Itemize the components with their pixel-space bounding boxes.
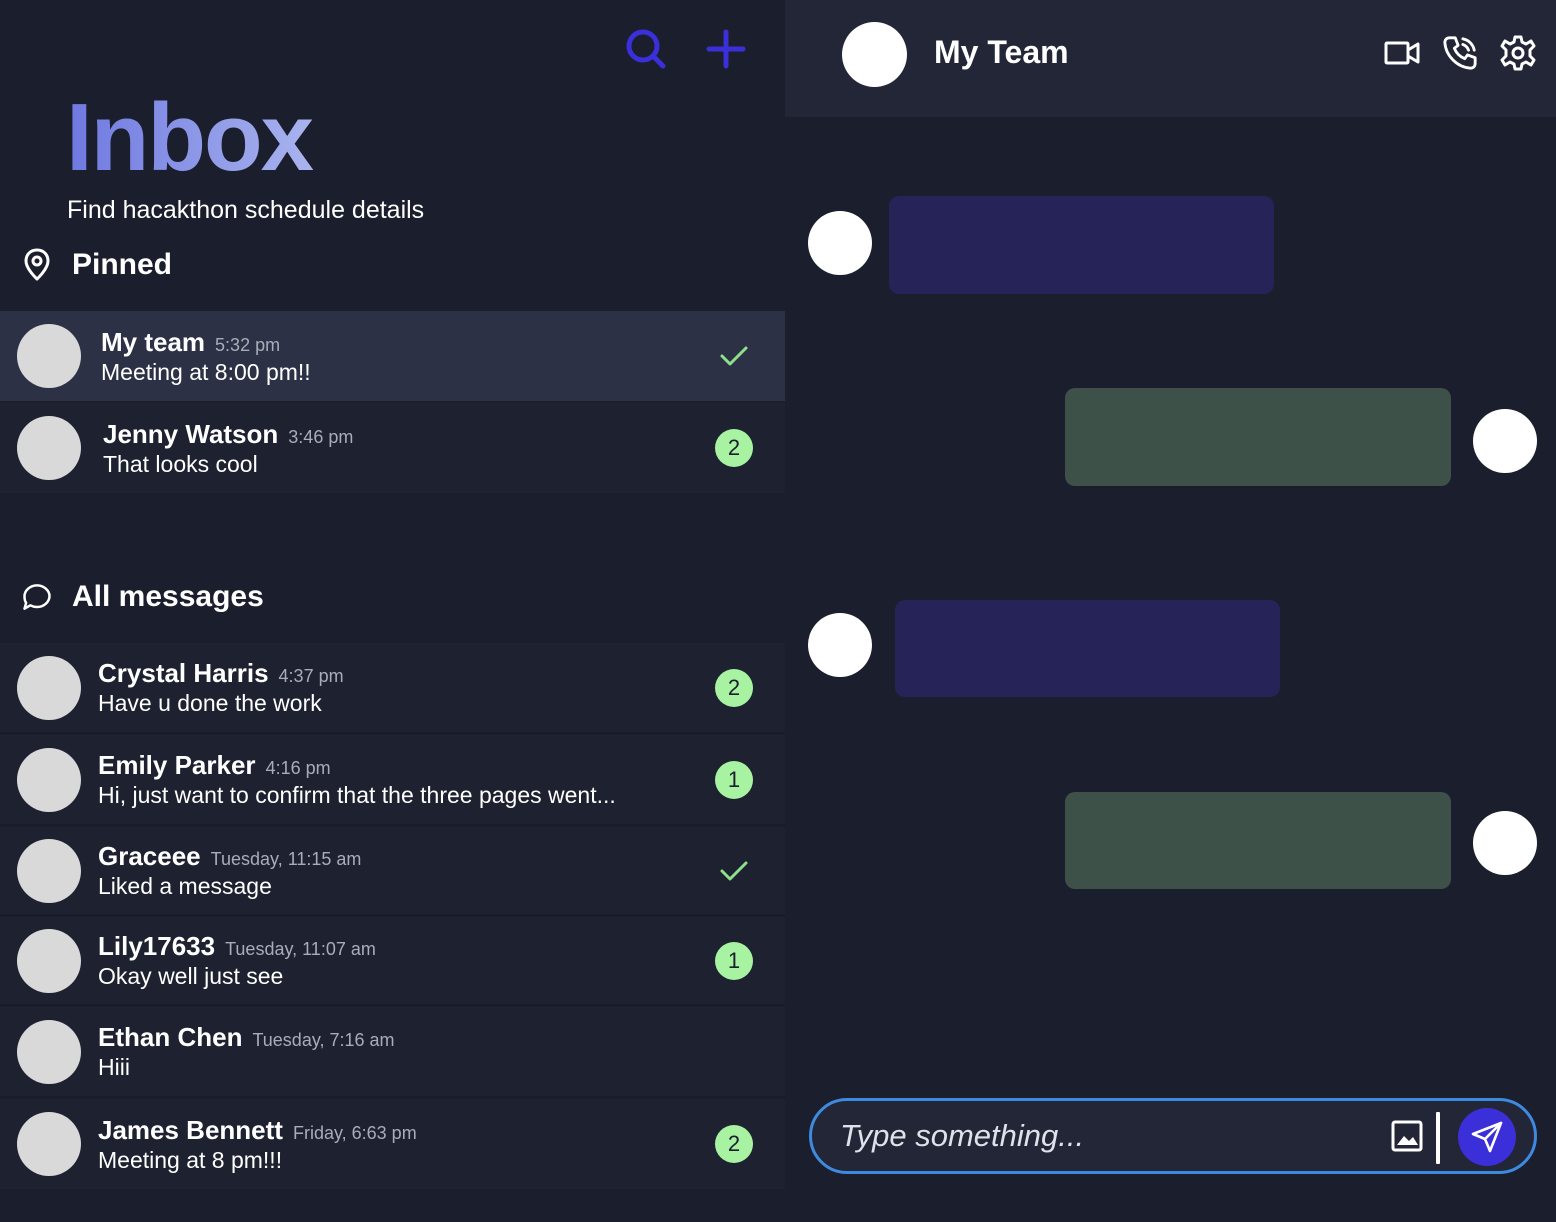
message-time: 4:37 pm bbox=[278, 666, 344, 686]
sender-avatar bbox=[808, 613, 872, 677]
chat-settings-button[interactable] bbox=[1500, 34, 1536, 72]
contact-name: Lily17633 bbox=[98, 931, 216, 961]
unread-status: 1 bbox=[714, 760, 754, 800]
conversation-row-james-bennett[interactable]: James Bennett Friday, 6:63 pm Meeting at… bbox=[0, 1099, 785, 1189]
no-status bbox=[714, 1032, 754, 1072]
avatar bbox=[17, 416, 81, 480]
send-button[interactable] bbox=[1458, 1108, 1516, 1166]
chat-header: My Team bbox=[785, 0, 1556, 117]
message-bubble-outgoing[interactable] bbox=[1065, 388, 1451, 486]
contact-name: Ethan Chen bbox=[98, 1022, 243, 1052]
group-avatar[interactable] bbox=[842, 22, 907, 87]
read-status bbox=[714, 336, 754, 376]
conversation-row-lily17633[interactable]: Lily17633 Tuesday, 11:07 am Okay well ju… bbox=[0, 917, 785, 1006]
message-preview: Hi, just want to confirm that the three … bbox=[98, 782, 616, 808]
check-icon bbox=[720, 346, 748, 366]
message-time: Tuesday, 7:16 am bbox=[252, 1030, 395, 1050]
own-avatar bbox=[1473, 811, 1537, 875]
message-preview: Hiii bbox=[98, 1054, 130, 1080]
conversation-row-emily-parker[interactable]: Emily Parker 4:16 pm Hi, just want to co… bbox=[0, 735, 785, 826]
unread-status: 2 bbox=[714, 1124, 754, 1164]
inbox-title-svg: Inbox bbox=[66, 84, 316, 191]
message-time: Tuesday, 11:15 am bbox=[210, 849, 362, 869]
chat-bubble-icon bbox=[22, 580, 52, 614]
unread-count-badge: 1 bbox=[715, 941, 753, 980]
contact-name: Emily Parker bbox=[98, 750, 256, 780]
message-time: Friday, 6:63 pm bbox=[292, 1122, 417, 1143]
conversation-row-ethan-chen[interactable]: Ethan Chen Tuesday, 7:16 am Hiii bbox=[0, 1007, 785, 1098]
send-icon bbox=[1471, 1121, 1503, 1153]
attach-image-button[interactable] bbox=[1390, 1119, 1426, 1155]
inbox-actions bbox=[623, 26, 749, 72]
message-preview: Have u done the work bbox=[98, 690, 322, 716]
search-icon bbox=[626, 29, 666, 69]
search-button[interactable] bbox=[623, 26, 669, 72]
pinned-label: Pinned bbox=[72, 248, 173, 281]
message-preview: Okay well just see bbox=[98, 963, 284, 989]
voice-call-button[interactable] bbox=[1442, 34, 1478, 72]
avatar bbox=[17, 747, 81, 812]
sender-avatar bbox=[808, 211, 872, 275]
map-pin-icon bbox=[22, 248, 52, 282]
chat-title: My Team bbox=[934, 34, 1069, 70]
image-icon bbox=[1391, 1120, 1423, 1152]
contact-name: James Bennett bbox=[98, 1114, 283, 1145]
avatar bbox=[17, 1019, 81, 1084]
avatar bbox=[17, 838, 81, 903]
inbox-subtitle: Find hacakthon schedule details bbox=[67, 196, 425, 224]
contact-name: Graceee bbox=[98, 841, 201, 871]
message-composer bbox=[809, 1098, 1537, 1174]
unread-status: 2 bbox=[714, 668, 754, 708]
message-preview: Liked a message bbox=[98, 873, 272, 899]
unread-status: 1 bbox=[714, 941, 754, 981]
message-bubble-outgoing[interactable] bbox=[1065, 792, 1451, 889]
message-time: 3:46 pm bbox=[288, 426, 354, 447]
video-camera-icon bbox=[1384, 41, 1420, 65]
avatar bbox=[17, 324, 81, 388]
conversation-row-my-team[interactable]: My team 5:32 pm Meeting at 8:00 pm!! bbox=[0, 311, 785, 401]
message-preview: That looks cool bbox=[103, 450, 258, 477]
avatar bbox=[17, 655, 81, 720]
unread-count-badge: 2 bbox=[715, 1125, 753, 1163]
contact-name: Jenny Watson bbox=[103, 418, 279, 449]
contact-name: Crystal Harris bbox=[98, 658, 269, 688]
chat-panel: My Team bbox=[785, 0, 1556, 1222]
own-avatar bbox=[1473, 409, 1537, 473]
unread-count-badge: 2 bbox=[715, 429, 753, 467]
message-bubble-incoming[interactable] bbox=[889, 196, 1274, 294]
message-input[interactable] bbox=[840, 1113, 1360, 1159]
conversation-row-crystal-harris[interactable]: Crystal Harris 4:37 pm Have u done the w… bbox=[0, 643, 785, 734]
all-messages-header: All messages bbox=[22, 580, 264, 614]
page-title: Inbox bbox=[66, 84, 314, 191]
new-message-button[interactable] bbox=[703, 26, 749, 72]
contact-name: My team bbox=[101, 326, 206, 357]
check-icon bbox=[720, 861, 748, 880]
unread-status: 2 bbox=[714, 428, 754, 468]
video-call-button[interactable] bbox=[1384, 34, 1420, 72]
conversation-row-jenny-watson[interactable]: Jenny Watson 3:46 pm That looks cool 2 bbox=[0, 403, 785, 493]
avatar bbox=[17, 1112, 81, 1176]
conversation-row-graceee[interactable]: Graceee Tuesday, 11:15 am Liked a messag… bbox=[0, 827, 785, 916]
message-preview: Meeting at 8 pm!!! bbox=[98, 1146, 283, 1173]
plus-icon bbox=[706, 29, 746, 69]
read-status bbox=[714, 851, 754, 891]
chat-actions bbox=[1384, 34, 1536, 72]
message-time: Tuesday, 11:07 am bbox=[225, 939, 376, 959]
composer-divider bbox=[1436, 1112, 1440, 1164]
phone-call-icon bbox=[1443, 36, 1477, 70]
gear-icon bbox=[1500, 35, 1536, 71]
pinned-header: Pinned bbox=[22, 248, 172, 282]
inbox-panel: Inbox Find hacakthon schedule details Pi… bbox=[0, 0, 785, 1222]
unread-count-badge: 1 bbox=[715, 760, 753, 799]
message-time: 4:16 pm bbox=[265, 758, 331, 778]
unread-count-badge: 2 bbox=[715, 668, 753, 707]
message-preview: Meeting at 8:00 pm!! bbox=[101, 358, 311, 385]
message-bubble-incoming[interactable] bbox=[895, 600, 1280, 697]
all-messages-label: All messages bbox=[72, 580, 264, 613]
message-time: 5:32 pm bbox=[215, 334, 281, 355]
avatar bbox=[17, 928, 81, 993]
